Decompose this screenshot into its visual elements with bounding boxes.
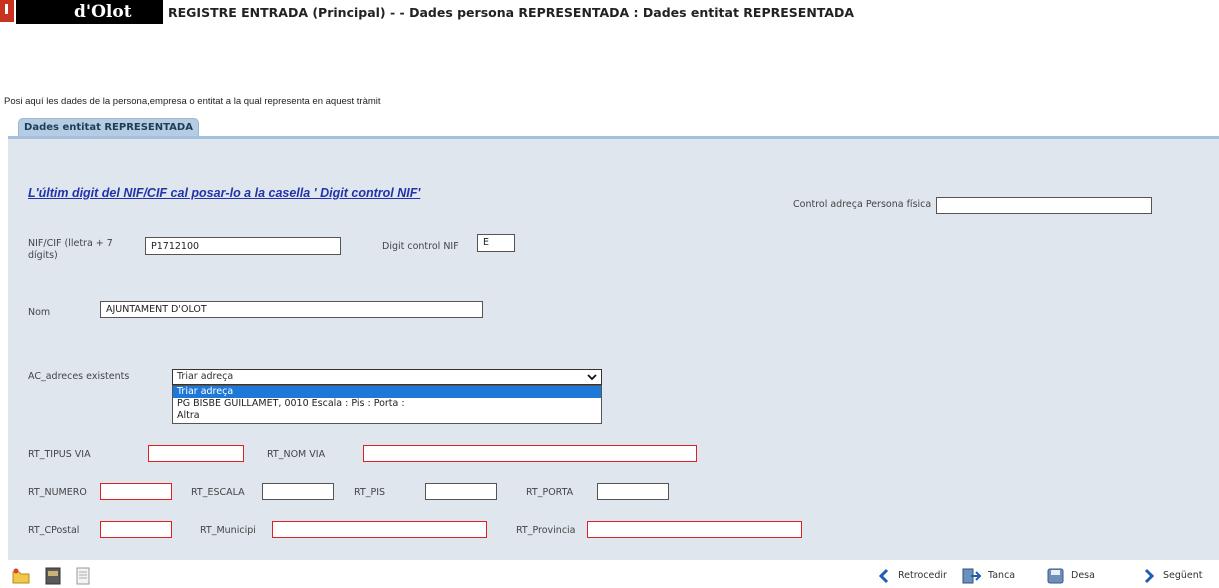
chevron-left-icon xyxy=(878,568,889,583)
chevron-right-icon xyxy=(1144,568,1155,583)
pis-input[interactable] xyxy=(425,483,497,500)
tipus-via-input[interactable] xyxy=(148,445,244,462)
nom-input[interactable]: AJUNTAMENT D'OLOT xyxy=(100,301,483,318)
adreces-option[interactable]: PG BISBE GUILLAMET, 0010 Escala : Pis : … xyxy=(173,398,601,410)
porta-label: RT_PORTA xyxy=(526,487,574,498)
desa-label: Desa xyxy=(1071,570,1095,581)
digit-control-input[interactable]: E xyxy=(477,234,515,252)
municipi-input[interactable] xyxy=(272,521,487,538)
adreces-select[interactable]: Triar adreça xyxy=(172,369,602,385)
nif-note-link[interactable]: L'últim digit del NIF/CIF cal posar-lo a… xyxy=(28,186,420,200)
nif-label-line1: NIF/CIF (lletra + 7 xyxy=(28,238,113,249)
control-adreca-label: Control adreça Persona física xyxy=(793,199,932,210)
municipi-label: RT_Municipi xyxy=(200,525,256,536)
tipus-via-label: RT_TIPUS VIA xyxy=(28,449,91,460)
adreces-option[interactable]: Altra xyxy=(173,410,601,422)
seguent-button[interactable]: Següent xyxy=(1141,566,1203,586)
retrocedir-label: Retrocedir xyxy=(898,570,947,581)
logo-text: d'Olot xyxy=(74,2,132,22)
seguent-label: Següent xyxy=(1163,570,1203,581)
logo-mark-icon xyxy=(0,0,14,22)
porta-input[interactable] xyxy=(597,483,669,500)
digit-control-label: Digit control NIF xyxy=(382,241,459,252)
escala-input[interactable] xyxy=(262,483,334,500)
logo: d'Olot xyxy=(16,0,163,24)
provincia-input[interactable] xyxy=(587,521,802,538)
numero-label: RT_NUMERO xyxy=(28,487,87,498)
page-title: REGISTRE ENTRADA (Principal) - - Dades p… xyxy=(168,5,855,20)
cpostal-input[interactable] xyxy=(100,521,172,538)
nom-via-label: RT_NOM VIA xyxy=(267,449,326,460)
tanca-button[interactable]: Tanca xyxy=(962,566,1015,586)
escala-label: RT_ESCALA xyxy=(191,487,245,498)
cpostal-label: RT_CPostal xyxy=(28,525,80,536)
folder-icon[interactable] xyxy=(12,567,30,585)
adreces-selected-value: Triar adreça xyxy=(177,371,234,382)
nif-input[interactable]: P1712100 xyxy=(145,237,341,255)
intro-text: Posi aquí les dades de la persona,empres… xyxy=(4,96,381,107)
tanca-label: Tanca xyxy=(988,570,1016,581)
nif-label-line2: dígits) xyxy=(28,250,58,261)
floppy-disk-icon xyxy=(1047,568,1064,583)
retrocedir-button[interactable]: Retrocedir xyxy=(876,566,947,586)
adreces-option[interactable]: Triar adreça xyxy=(173,386,601,398)
adreces-label: AC_adreces existents xyxy=(28,371,130,382)
nom-via-input[interactable] xyxy=(363,445,697,462)
control-adreca-input[interactable] xyxy=(936,197,1152,214)
book-icon[interactable] xyxy=(44,567,62,585)
footer-bar xyxy=(0,563,1219,588)
document-icon[interactable] xyxy=(74,567,92,585)
exit-door-icon xyxy=(962,568,982,583)
nom-label: Nom xyxy=(28,307,51,318)
desa-button[interactable]: Desa xyxy=(1047,566,1095,586)
adreces-options-list: Triar adreça PG BISBE GUILLAMET, 0010 Es… xyxy=(172,385,602,424)
tab-dades-entitat[interactable]: Dades entitat REPRESENTADA xyxy=(18,118,199,137)
provincia-label: RT_Provincia xyxy=(516,525,576,536)
numero-input[interactable] xyxy=(100,483,172,500)
chevron-down-icon xyxy=(587,374,597,381)
pis-label: RT_PIS xyxy=(354,487,386,498)
